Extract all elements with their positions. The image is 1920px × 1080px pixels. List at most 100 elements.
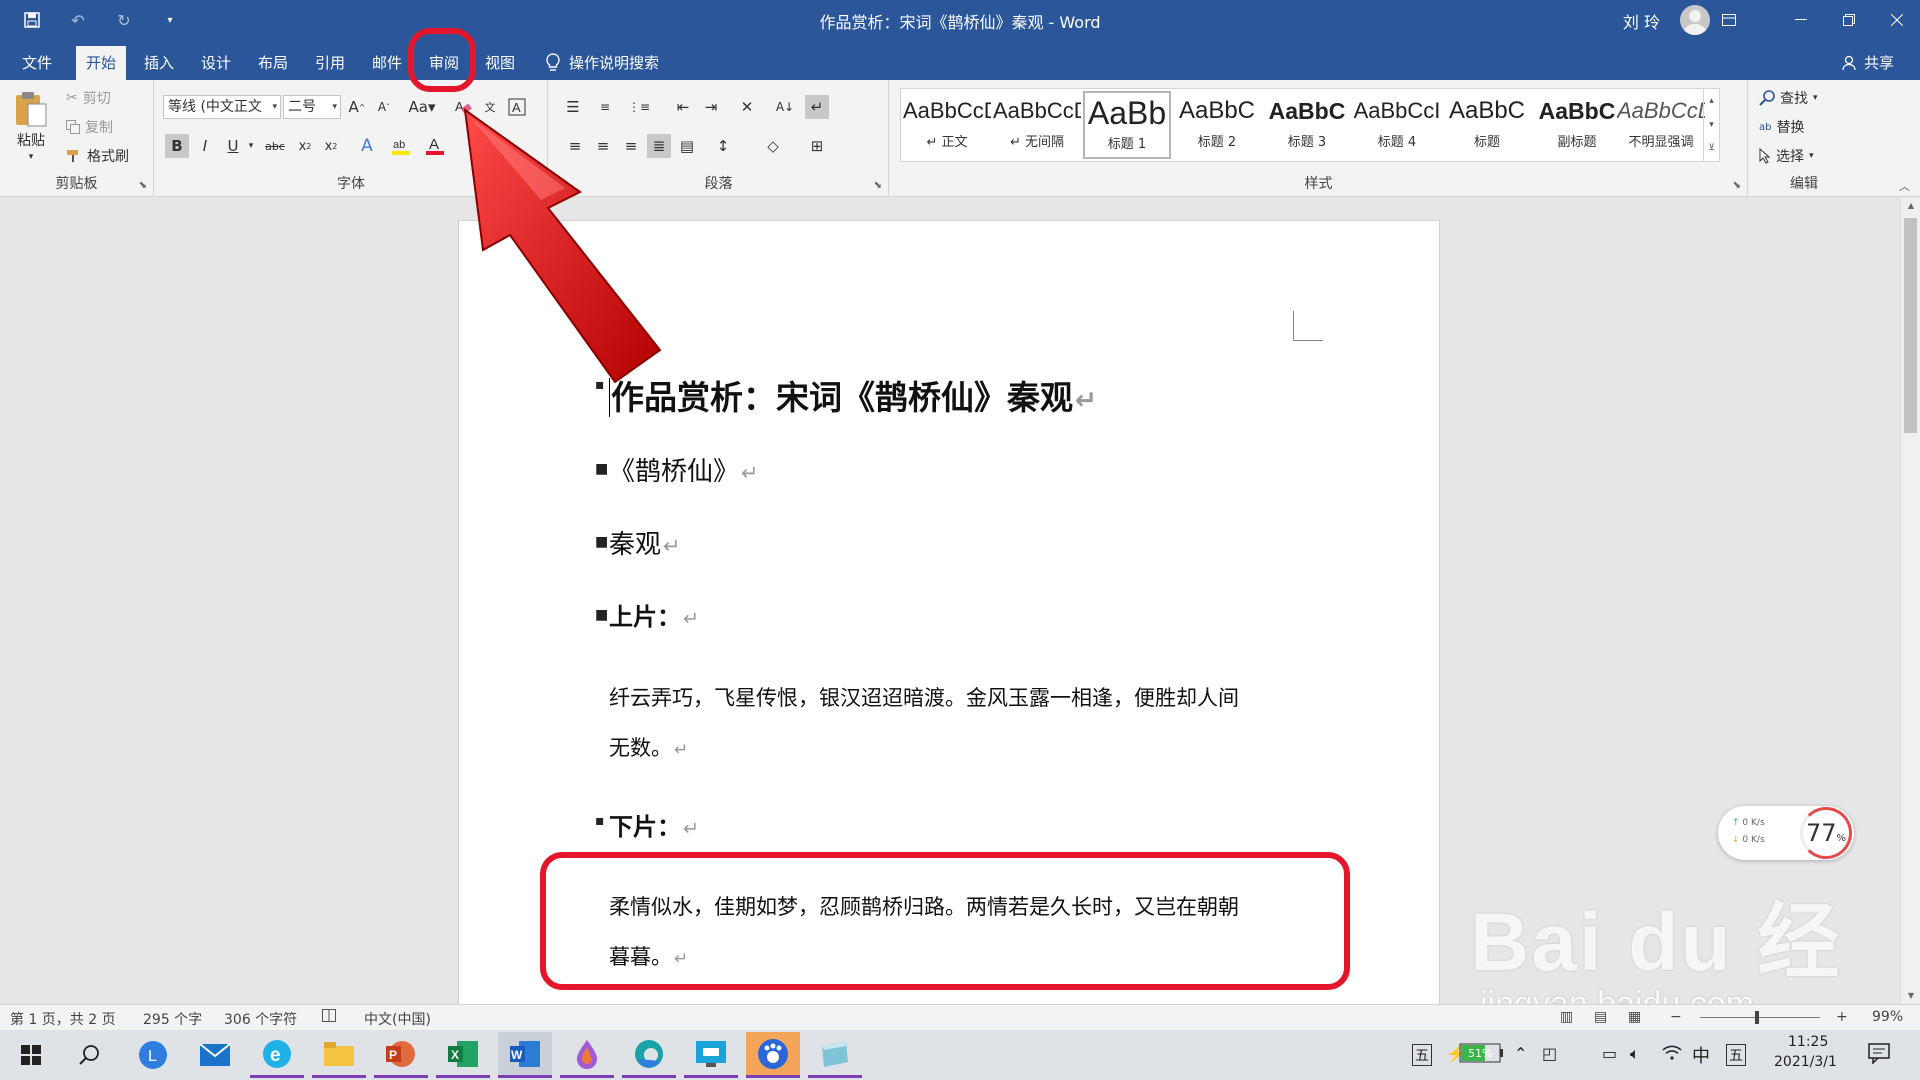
chevron-down-icon[interactable]: ▾ [245,134,257,158]
tab-mailings[interactable]: 邮件 [362,46,412,80]
style-heading-2[interactable]: AaBbC 标题 2 [1173,91,1261,159]
collapse-ribbon-icon[interactable]: ︿ [1899,178,1910,194]
dialog-launcher-icon[interactable]: ⬊ [1733,180,1741,191]
part1-heading[interactable]: ■ 上片： ↵ [595,597,699,632]
input-language[interactable]: 中 [1692,1042,1710,1068]
tab-insert[interactable]: 插入 [134,46,184,80]
part2-heading[interactable]: ▪ 下片： ↵ [595,807,699,842]
style-subtle-emphasis[interactable]: AaBbCcDd 不明显强调 [1617,91,1705,159]
language-indicator[interactable]: 中文(中国) [364,1009,431,1029]
excel-icon[interactable]: X [436,1032,490,1078]
paste-button[interactable]: 粘贴 ▾ [14,90,48,162]
notifications-icon[interactable] [1868,1042,1890,1068]
styles-scroll[interactable]: ▴ ▾ ⊻ [1703,89,1719,161]
search-icon[interactable] [62,1032,116,1078]
monitor-app-icon[interactable] [684,1032,738,1078]
style-heading-3[interactable]: AaBbC 标题 3 [1263,91,1351,159]
line-spacing-icon[interactable]: ↕ [711,134,735,158]
read-mode-icon[interactable]: ▥ [1560,1009,1573,1025]
style-title[interactable]: AaBbC 标题 [1443,91,1531,159]
shrink-font-icon[interactable]: Aˇ [372,95,396,119]
page-count[interactable]: 第 1 页，共 2 页 [10,1009,116,1029]
tab-design[interactable]: 设计 [191,46,241,80]
clock-date[interactable]: 2021/3/1 [1774,1054,1837,1070]
proofing-icon[interactable] [322,1009,340,1027]
find-button[interactable]: 查找 ▾ [1759,88,1818,108]
edge-icon[interactable] [622,1032,676,1078]
tab-file[interactable]: 文件 [12,46,62,80]
subscript-icon[interactable]: x2 [293,134,317,158]
mail-icon[interactable] [188,1032,242,1078]
tab-references[interactable]: 引用 [305,46,355,80]
scroll-thumb[interactable] [1904,218,1917,433]
ime-mode-2[interactable]: 五 [1726,1044,1746,1066]
dialog-launcher-icon[interactable]: ⬊ [874,180,882,191]
tell-me-search[interactable]: 操作说明搜索 [545,46,659,80]
tray-app-icon[interactable]: ◰ [1542,1044,1557,1063]
close-icon[interactable] [1874,0,1920,40]
word-icon[interactable]: W [498,1032,552,1078]
zoom-slider-thumb[interactable] [1755,1011,1759,1024]
asian-layout-icon[interactable]: ✕ [735,95,759,119]
droplet-app-icon[interactable] [560,1032,614,1078]
zoom-slider[interactable] [1700,1017,1820,1018]
change-case-icon[interactable]: Aa▾ [405,95,439,119]
volume-icon[interactable]: 🔈︎ [1630,1044,1640,1064]
style-normal[interactable]: AaBbCcDd ↵ 正文 [903,91,991,159]
char-count[interactable]: 306 个字符 [224,1009,297,1029]
part1-line-1[interactable]: 纤云弄巧，飞星传恨，银汉迢迢暗渡。金风玉露一相逢，便胜却人间 [609,673,1239,723]
tab-layout[interactable]: 布局 [248,46,298,80]
scroll-up-icon[interactable]: ▲ [1901,198,1920,214]
print-layout-icon[interactable]: ▤ [1594,1009,1607,1025]
ribbon-display-options-icon[interactable] [1706,0,1752,40]
tab-home[interactable]: 开始 [76,46,127,80]
word-count[interactable]: 295 个字 [143,1009,202,1029]
font-size-select[interactable]: 二号 ▾ [283,95,341,119]
minimize-icon[interactable] [1778,0,1824,40]
bold-icon[interactable]: B [165,134,189,158]
italic-icon[interactable]: I [193,134,217,158]
chevron-up-icon[interactable]: ⌃ [1514,1044,1527,1063]
chevron-up-icon[interactable]: ▴ [1704,89,1719,113]
select-button[interactable]: 选择 ▾ [1759,146,1814,166]
sort-icon[interactable]: A↓ [773,95,797,119]
part1-line-2[interactable]: 无数。 ↵ [609,723,688,774]
underline-icon[interactable]: U [221,134,245,158]
ime-mode-1[interactable]: 五 [1412,1044,1432,1066]
font-color-icon[interactable]: A [423,134,447,158]
ie-browser-icon[interactable]: e [250,1032,304,1078]
wifi-icon[interactable] [1662,1044,1682,1064]
tab-view[interactable]: 视图 [475,46,525,80]
strikethrough-icon[interactable]: abc [263,134,287,158]
battery-tray-icon[interactable]: ▭ [1602,1044,1617,1063]
taskbar-app-l-icon[interactable]: L [126,1032,180,1078]
font-name-select[interactable]: 等线 (中文正文 ▾ [163,95,281,119]
network-speed-widget[interactable]: ↑ 0 K/s ↓ 0 K/s 77% [1718,806,1854,860]
dialog-launcher-icon[interactable]: ⬊ [139,180,147,191]
restore-icon[interactable] [1826,0,1872,40]
notes-app-icon[interactable] [808,1032,862,1078]
superscript-icon[interactable]: x2 [319,134,343,158]
user-name[interactable]: 刘 玲 [1623,9,1660,33]
cut-button[interactable]: ✂ 剪切 [66,88,111,108]
text-effects-icon[interactable]: A [355,134,379,158]
chevron-down-icon[interactable]: ▾ [1704,113,1719,137]
zoom-level[interactable]: 99% [1872,1009,1903,1025]
grow-font-icon[interactable]: A ^ [345,95,369,119]
zoom-out-icon[interactable]: − [1670,1009,1682,1025]
author[interactable]: ■ 秦观↵ [595,524,680,561]
share-button[interactable]: 共享 [1842,46,1894,80]
replace-button[interactable]: ab 替换 [1759,117,1804,137]
copy-button[interactable]: 复制 [66,117,113,137]
file-explorer-icon[interactable] [312,1032,366,1078]
style-heading-4[interactable]: AaBbCcI 标题 4 [1353,91,1441,159]
clock-time[interactable]: 11:25 [1788,1034,1828,1050]
style-heading-1[interactable]: AaBb 标题 1 [1083,91,1171,159]
show-marks-icon[interactable]: ↵ [805,95,829,119]
increase-indent-icon[interactable]: ⇥ [699,95,723,119]
poem-title[interactable]: ■ 《鹊桥仙》↵ [595,451,758,488]
more-styles-icon[interactable]: ⊻ [1704,137,1719,159]
format-painter-button[interactable]: 格式刷 [66,146,129,166]
start-button[interactable] [4,1032,58,1078]
style-subtitle[interactable]: AaBbC 副标题 [1533,91,1621,159]
